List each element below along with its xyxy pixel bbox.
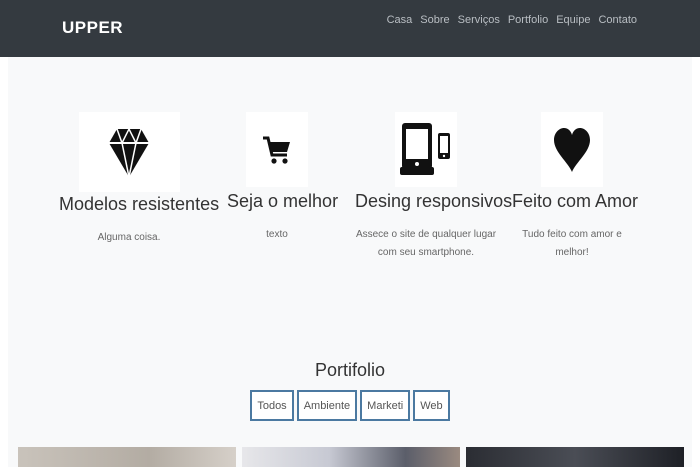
nav-link-portfolio[interactable]: Portfolio [508,14,548,26]
brand-logo[interactable]: UPPER [62,18,123,38]
nav-link-servicos[interactable]: Serviços [458,14,500,26]
feature-text: Tudo feito com amor e melhor! [522,229,622,258]
filter-web-button[interactable]: Web [413,390,450,421]
nav-menu: Casa Sobre Serviços Portfolio Equipe Con… [387,14,637,26]
filter-ambiente-button[interactable]: Ambiente [296,390,358,421]
feature-title: Modelos resistentes [59,194,220,214]
feature-icon-box [78,112,180,192]
devices-icon [400,122,450,175]
portfolio-filters: Todos Ambiente Marketi Web [8,390,692,421]
feature-icon-box [395,112,457,187]
filter-marketi-button[interactable]: Marketi [360,390,411,421]
nav-link-casa[interactable]: Casa [387,14,413,26]
diamond-icon [109,127,149,177]
cart-icon [263,136,290,164]
portfolio-thumbnail[interactable] [242,447,460,467]
nav-link-sobre[interactable]: Sobre [420,14,449,26]
feature-title: Seja o melhor [227,191,339,211]
feature-title: Desing responsivos [355,191,513,211]
portfolio-thumbnail[interactable] [18,447,236,467]
nav-link-equipe[interactable]: Equipe [556,14,590,26]
feature-icon-box [541,112,603,187]
feature-card-amor: Feito com Amor Tudo feito com amor e mel… [512,112,639,262]
feature-text: texto [266,229,288,240]
portfolio-title: Portifolio [314,360,386,380]
feature-text: Assece o site de qualquer lugar com seu … [355,229,497,258]
feature-card-desing: Desing responsivos Assece o site de qual… [355,112,513,262]
feature-card-seja: Seja o melhor texto [227,112,339,244]
feature-text: Alguma coisa. [97,232,161,243]
main-content: Modelos resistentes Alguma coisa. Seja o… [8,57,692,467]
filter-todos-button[interactable]: Todos [250,390,294,421]
feature-card-modelos: Modelos resistentes Alguma coisa. [59,112,220,247]
feature-title: Feito com Amor [512,191,639,211]
heart-icon [554,127,590,172]
navbar: UPPER Casa Sobre Serviços Portfolio Equi… [0,0,700,57]
nav-link-contato[interactable]: Contato [598,14,637,26]
portfolio-thumbnail[interactable] [466,447,684,467]
feature-icon-box [246,112,308,187]
